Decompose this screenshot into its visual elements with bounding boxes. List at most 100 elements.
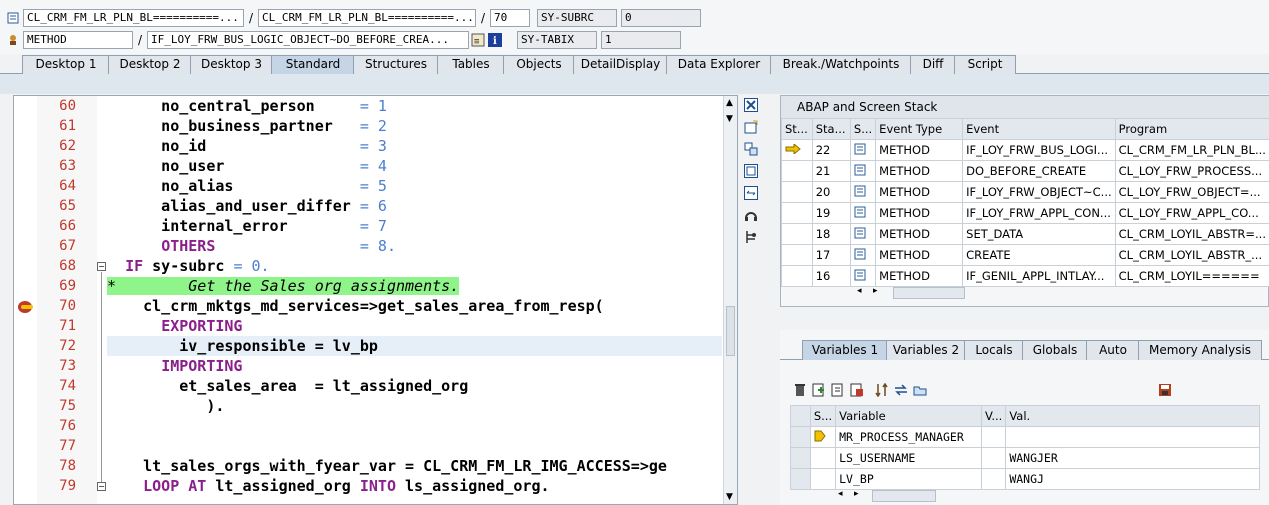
tab-data-explorer[interactable]: Data Explorer — [666, 55, 772, 74]
stack-row[interactable]: 16 METHOD IF_GENIL_APPL_INTLAY... CL_CRM_LO… — [781, 265, 1269, 287]
tab-break-watchpoints[interactable]: Break./Watchpoints — [770, 55, 912, 74]
services-icon[interactable] — [743, 207, 759, 223]
variable-name[interactable]: LV_BP — [835, 468, 982, 490]
edit-icon[interactable] — [830, 382, 846, 398]
stack-row[interactable]: 22 METHOD IF_LOY_FRW_BUS_LOGI... CL_CRM_FM_… — [781, 139, 1269, 161]
col-v[interactable]: V... — [980, 405, 1007, 427]
variable-value[interactable]: WANGJ — [1005, 468, 1260, 490]
code-line[interactable] — [107, 416, 722, 436]
fold-toggle-icon[interactable]: − — [97, 482, 106, 491]
code-line[interactable]: no_id = 3 — [107, 136, 722, 156]
scroll-right-icon[interactable]: ▸ — [873, 286, 878, 296]
stack-row[interactable]: 21 METHOD DO_BEFORE_CREATE CL_LOY_FRW_PROCE… — [781, 160, 1269, 182]
col-event[interactable]: Event — [962, 118, 1116, 140]
transfer-icon[interactable] — [893, 382, 909, 398]
variable-name[interactable]: MR_PROCESS_MANAGER — [835, 426, 982, 448]
code-line[interactable]: no_central_person = 1 — [107, 96, 722, 116]
scroll-up-icon[interactable]: ▲ — [726, 98, 733, 108]
event-type-field[interactable]: METHOD — [23, 31, 133, 49]
variable-row[interactable]: LS_USERNAME WANGJER — [790, 447, 1260, 469]
code-line[interactable]: alias_and_user_differ = 6 — [107, 196, 722, 216]
col-var-status[interactable]: S... — [809, 405, 837, 427]
scroll-thumb[interactable] — [872, 490, 936, 502]
code-line[interactable]: EXPORTING — [107, 316, 722, 336]
scroll-right-icon[interactable]: ▸ — [854, 489, 859, 499]
source-code-editor[interactable]: 60 61 62 63 64 65 66 67 68 69 70 71 72 73 74 75 76 77 78 79… — [13, 95, 738, 505]
sort-icon[interactable] — [874, 382, 890, 398]
variable-row[interactable]: LV_BP WANGJ — [790, 468, 1260, 490]
scroll-left-icon[interactable]: ◂ — [838, 489, 843, 499]
tab-structures[interactable]: Structures — [353, 55, 439, 74]
variable-row[interactable]: MR_PROCESS_MANAGER — [790, 426, 1260, 448]
stack-horizontal-scrollbar[interactable]: ◂ ▸ — [857, 286, 967, 300]
insert-icon[interactable] — [811, 382, 827, 398]
tab-script[interactable]: Script — [954, 55, 1016, 74]
scroll-thumb[interactable] — [726, 306, 735, 356]
scroll-bottom-icon[interactable]: ▼ — [726, 492, 733, 502]
code-line[interactable]: lt_sales_orgs_with_fyear_var = CL_CRM_FM… — [107, 456, 722, 476]
tab-variables-1[interactable]: Variables 1 — [802, 340, 888, 360]
code-line[interactable] — [107, 436, 722, 456]
tab-auto[interactable]: Auto — [1086, 340, 1140, 360]
tab-desktop-3[interactable]: Desktop 3 — [190, 55, 273, 74]
variables-horizontal-scrollbar[interactable]: ◂ ▸ — [838, 489, 938, 503]
code-line[interactable]: no_alias = 5 — [107, 176, 722, 196]
code-line[interactable]: IF sy-subrc = 0. — [107, 256, 722, 276]
maximize-icon[interactable] — [743, 163, 759, 179]
swap-icon[interactable] — [743, 185, 759, 201]
tab-desktop-2[interactable]: Desktop 2 — [108, 55, 192, 74]
code-line[interactable]: no_user = 4 — [107, 156, 722, 176]
scroll-down-icon[interactable]: ▼ — [726, 114, 733, 124]
code-line[interactable]: cl_crm_mktgs_md_services=>get_sales_area… — [107, 296, 722, 316]
tab-globals[interactable]: Globals — [1022, 340, 1088, 360]
folder-icon[interactable] — [912, 382, 928, 398]
code-line[interactable]: internal_error = 7 — [107, 216, 722, 236]
row-selector[interactable] — [790, 426, 811, 448]
tab-desktop-1[interactable]: Desktop 1 — [22, 55, 110, 74]
col-status[interactable]: St... — [781, 118, 813, 140]
stack-row[interactable]: 19 METHOD IF_LOY_FRW_APPL_CON... CL_LOY_FRW… — [781, 202, 1269, 224]
source-code-icon[interactable]: ≡ — [471, 33, 485, 47]
tab-variables-2[interactable]: Variables 2 — [886, 340, 966, 360]
new-tool-icon[interactable] — [743, 119, 759, 135]
include-field[interactable]: CL_CRM_FM_LR_PLN_BL==========... — [258, 9, 476, 27]
col-value[interactable]: Val. — [1005, 405, 1260, 427]
col-s[interactable]: S... — [849, 118, 877, 140]
col-program[interactable]: Program — [1114, 118, 1269, 140]
code-line[interactable]: et_sales_area = lt_assigned_org — [107, 376, 722, 396]
tab-memory-analysis[interactable]: Memory Analysis — [1138, 340, 1262, 360]
row-selector[interactable] — [790, 468, 811, 490]
tab-locals[interactable]: Locals — [964, 340, 1024, 360]
col-stack-level[interactable]: Sta... — [811, 118, 851, 140]
variable-name[interactable]: LS_USERNAME — [835, 447, 982, 469]
tab-tables[interactable]: Tables — [437, 55, 505, 74]
row-selector[interactable] — [790, 447, 811, 469]
editor-vertical-scrollbar[interactable]: ▲ ▼ ▼ — [723, 96, 737, 504]
fold-toggle-icon[interactable]: − — [97, 262, 106, 271]
replace-tool-icon[interactable] — [743, 141, 759, 157]
code-line[interactable]: no_business_partner = 2 — [107, 116, 722, 136]
scroll-left-icon[interactable]: ◂ — [857, 286, 862, 296]
code-line[interactable]: iv_responsible = lv_bp — [107, 336, 722, 356]
tab-standard[interactable]: Standard — [271, 55, 355, 74]
code-line[interactable]: OTHERS = 8. — [107, 236, 722, 256]
settings-icon[interactable] — [743, 229, 759, 245]
close-icon[interactable] — [743, 97, 759, 113]
main-program-field[interactable]: CL_CRM_FM_LR_PLN_BL==========... — [23, 9, 244, 27]
breakpoint-gutter[interactable] — [14, 96, 37, 504]
stack-row[interactable]: 20 METHOD IF_LOY_FRW_OBJECT~C... CL_LOY_FRW… — [781, 181, 1269, 203]
delete-icon[interactable] — [792, 382, 808, 398]
tab-diff[interactable]: Diff — [910, 55, 956, 74]
code-line[interactable]: ). — [107, 396, 722, 416]
col-event-type[interactable]: Event Type — [875, 118, 964, 140]
code-line[interactable]: LOOP AT lt_assigned_org INTO ls_assigned… — [107, 476, 722, 496]
stack-row[interactable]: 18 METHOD SET_DATA CL_CRM_LOYIL_ABSTR=... — [781, 223, 1269, 245]
code-line[interactable]: * Get the Sales org assignments. — [107, 276, 722, 296]
code-line[interactable]: IMPORTING — [107, 356, 722, 376]
event-name-field[interactable]: IF_LOY_FRW_BUS_LOGIC_OBJECT~DO_BEFORE_CR… — [147, 31, 469, 49]
scroll-thumb[interactable] — [893, 287, 965, 299]
variable-value[interactable]: WANGJER — [1005, 447, 1260, 469]
stack-row[interactable]: 17 METHOD CREATE CL_CRM_LOYIL_ABSTR_... — [781, 244, 1269, 266]
col-variable[interactable]: Variable — [835, 405, 982, 427]
info-icon[interactable]: i — [488, 33, 502, 47]
